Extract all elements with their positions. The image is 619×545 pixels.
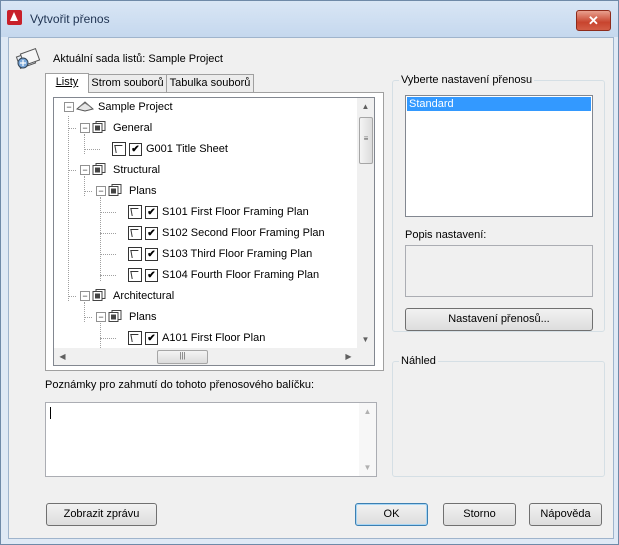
include-checkbox[interactable]: ✔ bbox=[145, 332, 158, 345]
sheet-set-icon bbox=[15, 47, 41, 70]
tree-node-general[interactable]: − General bbox=[54, 119, 354, 137]
collapse-icon[interactable]: − bbox=[96, 312, 106, 322]
sheets-tab-panel: − Sample Project − General ✔ G001 Title … bbox=[45, 92, 384, 371]
tree-node-label: Plans bbox=[129, 311, 157, 323]
sheet-icon bbox=[128, 205, 142, 219]
subset-icon bbox=[108, 184, 122, 196]
preview-title: Náhled bbox=[399, 355, 438, 367]
tree-node-label: Architectural bbox=[113, 290, 175, 302]
include-checkbox[interactable]: ✔ bbox=[145, 269, 158, 282]
tree-node-s103[interactable]: ✔ S103 Third Floor Framing Plan bbox=[54, 245, 354, 263]
subset-icon bbox=[92, 121, 106, 133]
current-sheet-set-label: Aktuální sada listů: Sample Project bbox=[53, 53, 223, 65]
tree-node-s102[interactable]: ✔ S102 Second Floor Framing Plan bbox=[54, 224, 354, 242]
tree-node-label: A101 First Floor Plan bbox=[162, 332, 266, 344]
scroll-thumb[interactable]: ≡ bbox=[359, 117, 373, 164]
sheet-set-icon bbox=[76, 101, 94, 112]
scroll-right-arrow-icon[interactable]: ▶ bbox=[340, 348, 357, 365]
tree-node-a101[interactable]: ✔ A101 First Floor Plan bbox=[54, 329, 354, 347]
title-bar: Vytvořit přenos ✕ bbox=[1, 1, 618, 37]
transmittal-setups-button[interactable]: Nastavení přenosů... bbox=[405, 308, 593, 331]
tab-file-tree-label: Strom souborů bbox=[91, 77, 164, 89]
tree-node-label: S103 Third Floor Framing Plan bbox=[162, 248, 313, 260]
tab-sheets-label: Listy bbox=[55, 76, 79, 88]
preview-group: Náhled bbox=[392, 355, 605, 477]
autocad-app-icon bbox=[7, 10, 22, 25]
notes-label: Poznámky pro zahmutí do tohoto přenosové… bbox=[45, 379, 315, 391]
sheet-tree-viewport: − Sample Project − General ✔ G001 Title … bbox=[54, 98, 357, 348]
tree-node-label: Sample Project bbox=[98, 101, 173, 113]
scroll-down-arrow-icon[interactable]: ▼ bbox=[359, 459, 376, 476]
scroll-thumb[interactable]: ||| bbox=[157, 350, 208, 364]
scroll-down-arrow-icon[interactable]: ▼ bbox=[357, 331, 374, 348]
subset-icon bbox=[92, 289, 106, 301]
tree-node-label: S102 Second Floor Framing Plan bbox=[162, 227, 325, 239]
collapse-icon[interactable]: − bbox=[80, 291, 90, 301]
tree-node-structural[interactable]: − Structural bbox=[54, 161, 354, 179]
tree-node-label: Structural bbox=[113, 164, 161, 176]
setup-description-label: Popis nastavení: bbox=[405, 229, 487, 241]
scroll-up-arrow-icon[interactable]: ▲ bbox=[357, 98, 374, 115]
notes-scrollbar[interactable]: ▲ ▼ bbox=[359, 403, 376, 476]
dialog-client-area: Aktuální sada listů: Sample Project List… bbox=[8, 37, 614, 539]
tree-node-structural-plans[interactable]: − Plans bbox=[54, 182, 354, 200]
text-caret bbox=[50, 407, 51, 419]
ok-button[interactable]: OK bbox=[355, 503, 428, 526]
help-button[interactable]: Nápověda bbox=[529, 503, 602, 526]
setup-listbox[interactable]: Standard bbox=[405, 95, 593, 217]
tab-file-table[interactable]: Tabulka souborů bbox=[166, 74, 254, 92]
close-button[interactable]: ✕ bbox=[576, 10, 611, 31]
tree-node-root[interactable]: − Sample Project bbox=[54, 98, 354, 116]
setup-option-standard[interactable]: Standard bbox=[407, 97, 591, 111]
subset-icon bbox=[92, 163, 106, 175]
tree-node-architectural[interactable]: − Architectural bbox=[54, 287, 354, 305]
sheet-tree[interactable]: − Sample Project − General ✔ G001 Title … bbox=[53, 97, 375, 366]
tree-node-label: General bbox=[113, 122, 153, 134]
include-checkbox[interactable]: ✔ bbox=[145, 206, 158, 219]
include-checkbox[interactable]: ✔ bbox=[145, 227, 158, 240]
tree-node-architectural-plans[interactable]: − Plans bbox=[54, 308, 354, 326]
scroll-up-arrow-icon[interactable]: ▲ bbox=[359, 403, 376, 420]
sheet-icon bbox=[128, 331, 142, 345]
notes-textarea[interactable]: ▲ ▼ bbox=[45, 402, 377, 477]
tab-file-tree[interactable]: Strom souborů bbox=[88, 74, 167, 92]
tree-node-label: S101 First Floor Framing Plan bbox=[162, 206, 309, 218]
include-checkbox[interactable]: ✔ bbox=[129, 143, 142, 156]
sheet-icon bbox=[128, 247, 142, 261]
collapse-icon[interactable]: − bbox=[96, 186, 106, 196]
tree-node-label: S104 Fourth Floor Framing Plan bbox=[162, 269, 320, 281]
tree-vertical-scrollbar[interactable]: ▲ ≡ ▼ bbox=[357, 98, 374, 348]
dialog-window: Vytvořit přenos ✕ Aktuální sada listů: S… bbox=[0, 0, 619, 545]
tree-node-s104[interactable]: ✔ S104 Fourth Floor Framing Plan bbox=[54, 266, 354, 284]
view-report-button[interactable]: Zobrazit zprávu bbox=[46, 503, 157, 526]
sheet-icon bbox=[128, 268, 142, 282]
sheet-icon bbox=[112, 142, 126, 156]
collapse-icon[interactable]: − bbox=[80, 123, 90, 133]
setup-description-box bbox=[405, 245, 593, 297]
scroll-left-arrow-icon[interactable]: ◀ bbox=[54, 348, 71, 365]
subset-icon bbox=[108, 310, 122, 322]
tab-file-table-label: Tabulka souborů bbox=[169, 77, 251, 89]
collapse-icon[interactable]: − bbox=[64, 102, 74, 112]
tree-horizontal-scrollbar[interactable]: ◀ ||| ▶ bbox=[54, 348, 357, 365]
tab-sheets[interactable]: Listy bbox=[45, 73, 89, 93]
tree-node-label: Plans bbox=[129, 185, 157, 197]
cancel-button[interactable]: Storno bbox=[443, 503, 516, 526]
sheet-icon bbox=[128, 226, 142, 240]
tree-node-s101[interactable]: ✔ S101 First Floor Framing Plan bbox=[54, 203, 354, 221]
tree-node-g001[interactable]: ✔ G001 Title Sheet bbox=[54, 140, 354, 158]
include-checkbox[interactable]: ✔ bbox=[145, 248, 158, 261]
collapse-icon[interactable]: − bbox=[80, 165, 90, 175]
dialog-title: Vytvořit přenos bbox=[30, 12, 110, 26]
tree-node-label: G001 Title Sheet bbox=[146, 143, 228, 155]
scrollbar-corner bbox=[357, 348, 374, 365]
setup-group-title: Vyberte nastavení přenosu bbox=[399, 74, 535, 86]
